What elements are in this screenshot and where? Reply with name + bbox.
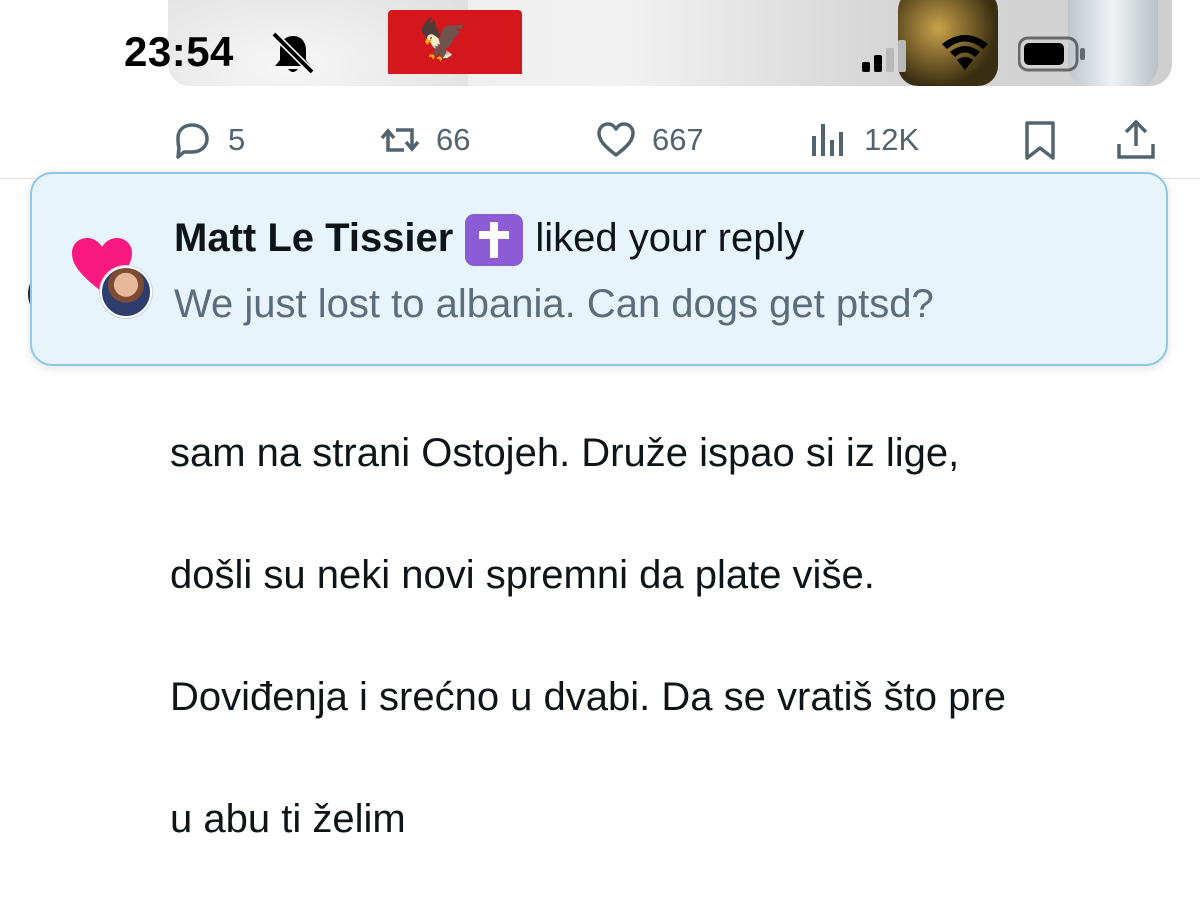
- retweet-icon: [380, 128, 420, 152]
- status-time: 23:54: [124, 28, 234, 75]
- retweet-count: 66: [436, 122, 471, 157]
- retweet-button[interactable]: 66: [378, 112, 470, 168]
- views-icon: [812, 124, 843, 156]
- notification-headline: Matt Le Tissier liked your reply: [174, 212, 805, 266]
- reply-line: sam na strani Ostojeh. Druže ispao si iz…: [170, 431, 960, 475]
- liker-name[interactable]: Matt Le Tissier: [174, 216, 453, 261]
- reply-line: došli su neki novi spremni da plate više…: [170, 553, 875, 597]
- reply-line: Doviđenja i srećno u dvabi. Da se vratiš…: [170, 675, 1006, 719]
- reply-body: sam na strani Ostojeh. Druže ispao si iz…: [170, 362, 1180, 911]
- like-button[interactable]: 667: [594, 112, 704, 168]
- like-notification-toast[interactable]: [30, 172, 1168, 366]
- tweet-action-bar: 5 66 667 12K: [0, 112, 1200, 168]
- bookmark-icon: [1025, 121, 1055, 160]
- reply-line: u abu ti želim: [170, 797, 406, 841]
- view-count: 12K: [864, 122, 920, 157]
- reply-count: 5: [228, 122, 246, 157]
- notification-action-text: liked your reply: [535, 215, 805, 260]
- notification-reply-preview: We just lost to albania. Can dogs get pt…: [174, 282, 934, 326]
- bell-slash-icon: [271, 31, 315, 75]
- eagle-icon: 🦅: [418, 18, 468, 62]
- battery-icon: [1018, 36, 1085, 72]
- albanian-flag-image: 🦅: [388, 10, 522, 74]
- like-count: 667: [652, 122, 704, 157]
- share-icon: [1117, 119, 1155, 159]
- reply-icon: [176, 123, 209, 159]
- liker-avatar[interactable]: [100, 266, 152, 318]
- bookmark-button[interactable]: [1018, 112, 1062, 168]
- wifi-icon: [942, 35, 988, 70]
- views-button[interactable]: 12K: [806, 112, 919, 168]
- heart-outline-icon: [597, 122, 635, 157]
- latin-cross-emoji-icon: [465, 214, 524, 266]
- signal-icon: [862, 40, 906, 72]
- share-button[interactable]: [1114, 112, 1158, 168]
- reply-button[interactable]: 5: [170, 112, 245, 168]
